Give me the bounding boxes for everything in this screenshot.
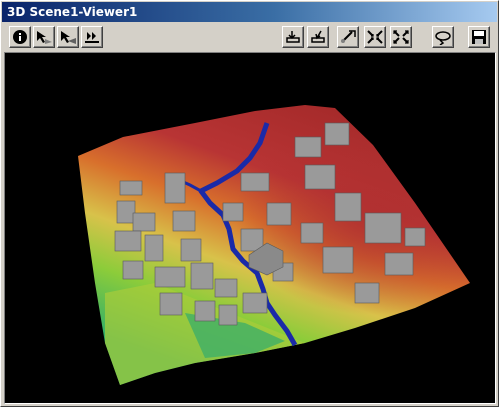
viewer-window: 3D Scene1-Viewer1 xyxy=(0,0,499,407)
title-bar[interactable]: 3D Scene1-Viewer1 xyxy=(2,2,497,22)
terrain-scene xyxy=(78,105,470,385)
window-title: 3D Scene1-Viewer1 xyxy=(7,5,138,19)
navigate-icon xyxy=(35,29,53,45)
full-extent-icon xyxy=(392,29,410,45)
save-button[interactable] xyxy=(468,26,490,48)
identify-button[interactable] xyxy=(9,26,31,48)
zoom-in-out-button[interactable] xyxy=(81,26,103,48)
center-target-icon xyxy=(284,29,302,45)
floppy-disk-icon xyxy=(471,29,487,45)
observer-icon xyxy=(339,29,357,45)
set-observer-button[interactable] xyxy=(337,26,359,48)
rotate-icon xyxy=(434,29,452,45)
toolbar xyxy=(2,23,497,51)
narrow-view-icon xyxy=(366,29,384,45)
narrow-field-of-view-button[interactable] xyxy=(364,26,386,48)
fly-button[interactable] xyxy=(57,26,79,48)
full-extent-button[interactable] xyxy=(390,26,412,48)
zoom-to-target-button[interactable] xyxy=(307,26,329,48)
info-icon xyxy=(12,29,28,45)
center-on-target-button[interactable] xyxy=(282,26,304,48)
zoom-in-out-icon xyxy=(83,29,101,45)
fly-icon xyxy=(59,29,77,45)
toggle-animation-button[interactable] xyxy=(432,26,454,48)
zoom-target-icon xyxy=(309,29,327,45)
navigate-button[interactable] xyxy=(33,26,55,48)
3d-viewport[interactable] xyxy=(4,52,496,404)
